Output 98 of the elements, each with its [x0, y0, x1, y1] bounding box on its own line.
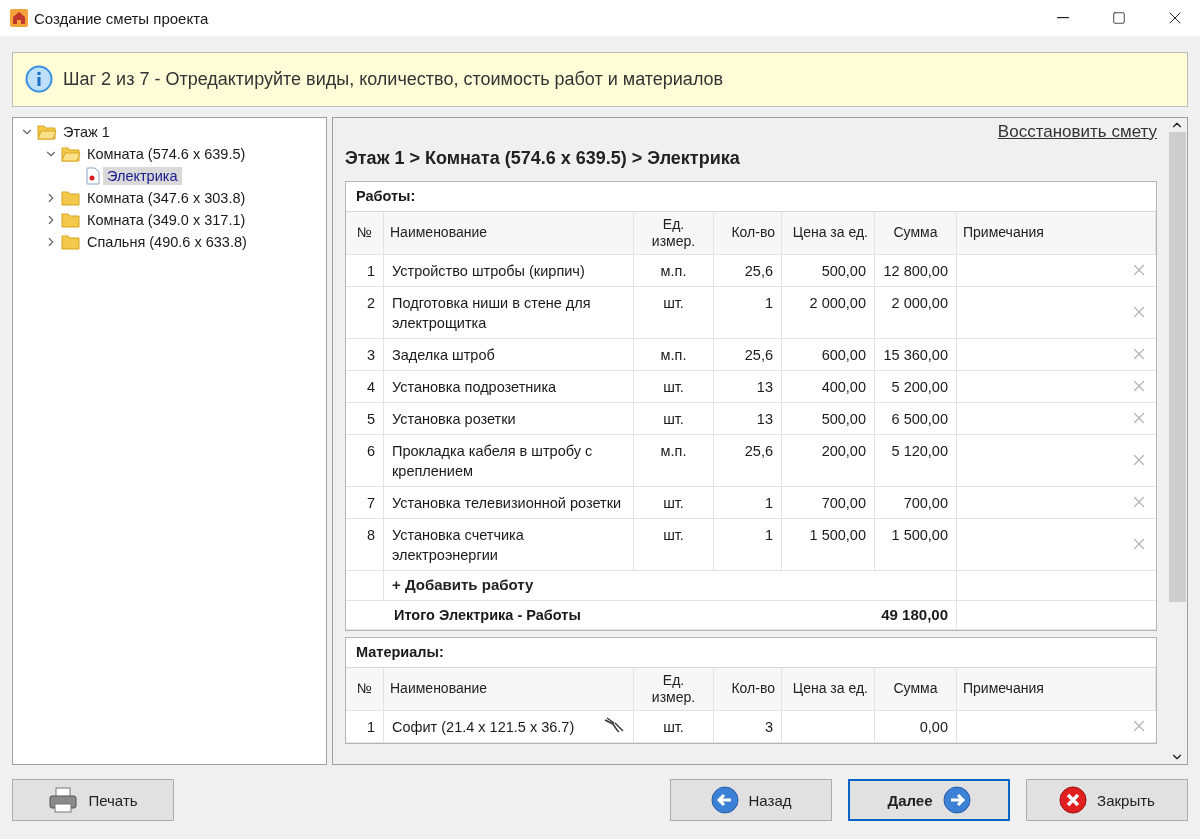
maximize-icon [1112, 11, 1126, 25]
item-name: Подготовка ниши в стене для электрощитка [392, 293, 592, 333]
printer-icon [48, 786, 79, 815]
table-cell: 8 [346, 518, 384, 570]
table-cell: шт. [634, 402, 714, 434]
table-cell: 5 200,00 [875, 370, 957, 402]
item-name: Установка подрозетника [392, 377, 557, 397]
table-cell: шт. [634, 518, 714, 570]
table-cell: 200,00 [782, 434, 875, 486]
next-button[interactable]: Далее [848, 779, 1010, 822]
table-cell: 500,00 [782, 402, 875, 434]
folder-icon [61, 188, 81, 207]
table-cell: шт. [634, 710, 714, 742]
table-cell: м.п. [634, 338, 714, 370]
column-header: Ед. измер. [634, 667, 714, 710]
table-cell: 1 [346, 710, 384, 742]
column-header: Наименование [384, 667, 634, 710]
column-header: Сумма [875, 211, 957, 254]
table-cell: 3 [346, 338, 384, 370]
table-cell: 0,00 [875, 710, 957, 742]
item-name: Установка розетки [392, 409, 516, 429]
column-header: Сумма [875, 667, 957, 710]
table-cell: 13 [714, 402, 782, 434]
close-button[interactable]: Закрыть [1026, 779, 1188, 822]
table-cell: 700,00 [875, 486, 957, 518]
total-label: Итого Электрика - Работы [393, 605, 582, 625]
item-name: Заделка штроб [392, 345, 495, 365]
open-folder-icon [37, 122, 57, 141]
column-header: Кол-во [714, 667, 782, 710]
add-work-button[interactable]: + Добавить работу [392, 575, 534, 593]
total-amount: 49 180,00 [875, 600, 957, 629]
item-name: Установка счетчика электроэнергии [392, 525, 525, 565]
table-cell: 6 500,00 [875, 402, 957, 434]
section-title: Работы: [346, 181, 1156, 212]
back-button[interactable]: Назад [670, 779, 832, 822]
tree-item[interactable]: Комната (349.0 x 317.1) [83, 210, 250, 229]
column-header: Наименование [384, 211, 634, 254]
item-name: Установка телевизионной розетки [392, 493, 622, 513]
table-cell: 700,00 [782, 486, 875, 518]
breadcrumb: Этаж 1 > Комната (574.6 x 639.5) > Электрика [345, 147, 741, 169]
column-header: Ед. измер. [634, 211, 714, 254]
table-cell: 12 800,00 [875, 254, 957, 286]
item-name: Софит (21.4 x 121.5 x 36.7) [392, 717, 575, 737]
close-icon [1059, 786, 1088, 815]
tree-item[interactable]: Комната (347.6 x 303.8) [83, 188, 250, 207]
table-cell: 500,00 [782, 254, 875, 286]
print-button[interactable]: Печать [12, 779, 174, 822]
column-header: Примечания [957, 667, 1156, 710]
info-icon [25, 65, 53, 94]
item-name: Устройство штробы (кирпич) [392, 261, 585, 281]
table-cell: 13 [714, 370, 782, 402]
document-icon [85, 166, 101, 185]
table-cell: 25,6 [714, 434, 782, 486]
folder-icon [61, 232, 81, 251]
table-cell: 6 [346, 434, 384, 486]
column-header: № [346, 211, 384, 254]
table-cell: 2 000,00 [875, 286, 957, 338]
table-cell: 1 500,00 [875, 518, 957, 570]
table-cell: 1 500,00 [782, 518, 875, 570]
folder-icon [61, 210, 81, 229]
table-cell: 1 [714, 486, 782, 518]
table-cell: 25,6 [714, 338, 782, 370]
table-cell: 4 [346, 370, 384, 402]
table-cell: шт. [634, 486, 714, 518]
column-header: Цена за ед. [782, 211, 875, 254]
column-header: № [346, 667, 384, 710]
house-icon [10, 9, 28, 27]
table-cell: 5 [346, 402, 384, 434]
item-name: Прокладка кабеля в штробу с креплением [392, 441, 594, 481]
table-cell: 2 000,00 [782, 286, 875, 338]
table-cell: м.п. [634, 254, 714, 286]
table-cell: 1 [714, 286, 782, 338]
minimize-icon [1057, 17, 1069, 19]
table-cell: 3 [714, 710, 782, 742]
table-cell: 600,00 [782, 338, 875, 370]
column-header: Кол-во [714, 211, 782, 254]
tree-item[interactable]: Комната (574.6 x 639.5) [83, 144, 250, 163]
table-cell: 2 [346, 286, 384, 338]
table-cell: шт. [634, 370, 714, 402]
table-cell: 15 360,00 [875, 338, 957, 370]
table-cell: 400,00 [782, 370, 875, 402]
table-cell: шт. [634, 286, 714, 338]
table-cell: 1 [346, 254, 384, 286]
section-title: Материалы: [346, 637, 1156, 668]
table-cell: 7 [346, 486, 384, 518]
window-title: Создание сметы проекта [34, 9, 210, 27]
table-cell: 1 [714, 518, 782, 570]
tree-item[interactable]: Этаж 1 [59, 122, 114, 141]
step-instruction: Шаг 2 из 7 - Отредактируйте виды, количество, стоимость работ и материалов [63, 68, 724, 90]
column-header: Примечания [957, 211, 1156, 254]
table-cell: 5 120,00 [875, 434, 957, 486]
table-cell: 25,6 [714, 254, 782, 286]
open-folder-icon [61, 144, 81, 163]
table-cell: м.п. [634, 434, 714, 486]
column-header: Цена за ед. [782, 667, 875, 710]
tree-item[interactable]: Спальня (490.6 x 633.8) [83, 232, 251, 251]
tree-item[interactable]: Электрика [103, 166, 182, 185]
restore-estimate-link[interactable]: Восстановить смету [997, 121, 1157, 142]
